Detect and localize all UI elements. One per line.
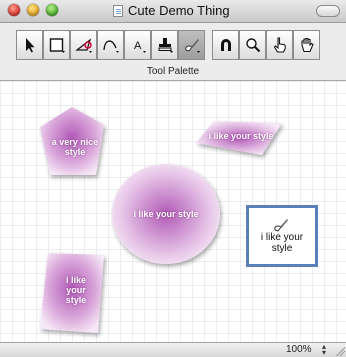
zoom-tool-button[interactable] [239, 30, 266, 60]
svg-text:A: A [134, 40, 142, 52]
rhombus-label: i like your style [208, 131, 274, 141]
circle-label: i like your style [133, 209, 199, 219]
grab-hand-tool-button[interactable] [293, 30, 320, 60]
style-brush-tool-button[interactable] [178, 30, 205, 60]
curve-icon [102, 40, 119, 53]
status-bar: 100% ▴ ▾ [0, 342, 346, 357]
polygon-icon [74, 38, 92, 53]
text-tool-button[interactable]: A [124, 30, 151, 60]
pointing-hand-tool-button[interactable] [266, 30, 293, 60]
zoom-stepper[interactable]: ▴ ▾ [322, 343, 326, 357]
drawing-canvas[interactable]: a very nice style i like your style i li… [0, 81, 346, 342]
style-brush-icon [184, 39, 200, 53]
selected-text-box[interactable]: i like your style [246, 205, 318, 267]
pentagon-label: a very nice style [51, 137, 99, 157]
tool-palette-label: Tool Palette [146, 66, 200, 77]
resize-grip-icon[interactable] [335, 346, 345, 356]
minimize-button[interactable] [27, 4, 39, 16]
rectangle-tool-button[interactable] [43, 30, 70, 60]
window-title: Cute Demo Thing [128, 3, 230, 18]
pointing-hand-icon [273, 37, 286, 53]
magnet-icon [220, 39, 231, 51]
polygon-tool-button[interactable] [70, 30, 97, 60]
stamp-tool-button[interactable] [151, 30, 178, 60]
magnet-tool-button[interactable] [212, 30, 239, 60]
rectangle-icon [49, 38, 65, 53]
text-tool-icon: A [134, 40, 146, 53]
zoom-button[interactable] [46, 4, 58, 16]
arrow-tool-button[interactable] [16, 30, 43, 60]
title-bar[interactable]: Cute Demo Thing [0, 0, 346, 23]
stamp-icon [158, 38, 173, 53]
selected-box-label: i like your style [260, 232, 304, 254]
grab-hand-icon [300, 37, 314, 53]
toolbar-toggle-button[interactable] [316, 5, 340, 17]
trapezoid-label: i like your style [65, 275, 87, 305]
zoom-level[interactable]: 100% [286, 344, 312, 355]
curve-tool-button[interactable] [97, 30, 124, 60]
close-button[interactable] [8, 4, 20, 16]
style-brush-icon [274, 219, 288, 232]
app-window: Cute Demo Thing A Tool Palette a very ni… [0, 0, 346, 357]
document-icon[interactable] [113, 5, 123, 17]
arrow-pointer-icon [25, 38, 34, 53]
zoom-icon [245, 38, 260, 53]
